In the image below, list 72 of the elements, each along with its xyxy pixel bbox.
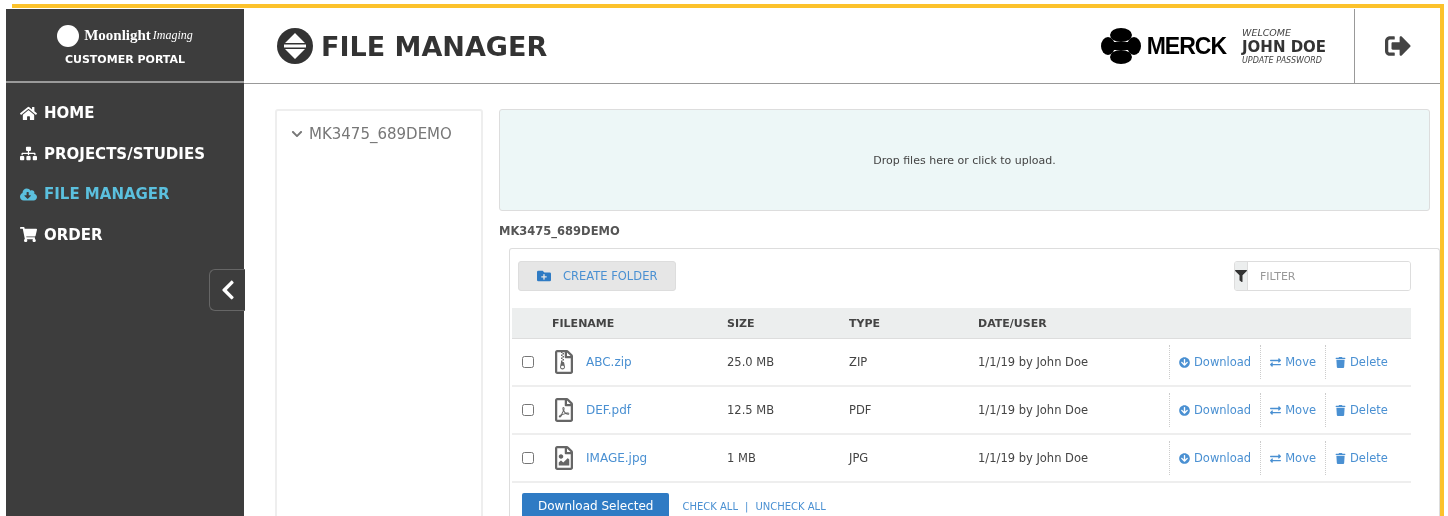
portal-label: CUSTOMER PORTAL xyxy=(64,52,186,66)
logo-tagline: Imaging xyxy=(152,28,193,43)
table-cell-text: 12.5 MB xyxy=(727,403,776,417)
table-cell-text: 1/1/19 by John Doe xyxy=(978,403,1090,417)
nav-item[interactable]: ORDER xyxy=(20,214,244,255)
move-link[interactable]: Move xyxy=(1260,441,1325,475)
check-all-link[interactable]: CHECK ALL xyxy=(682,500,738,512)
nav-item[interactable]: FILE MANAGER xyxy=(20,174,244,215)
column-header: SIZE xyxy=(727,316,756,330)
up-down-circle-icon xyxy=(277,28,313,64)
table-cell-text: 25.0 MB xyxy=(727,355,776,369)
column-header: FILENAME xyxy=(552,316,616,330)
page-title: FILE MANAGER xyxy=(321,30,549,62)
download-link[interactable]: Download xyxy=(1169,345,1261,379)
merck-logo-icon xyxy=(1100,28,1141,64)
nav-item[interactable]: HOME xyxy=(20,93,244,134)
table-cell-text: 1 MB xyxy=(727,451,757,465)
file-name-link[interactable]: IMAGE.jpg xyxy=(586,451,648,465)
move-link[interactable]: Move xyxy=(1260,393,1325,427)
welcome-label: WELCOME xyxy=(1242,27,1292,38)
download-icon xyxy=(1179,356,1190,368)
trash-icon xyxy=(1335,404,1346,416)
zip-file-icon xyxy=(552,350,576,374)
house-icon xyxy=(20,104,37,122)
image-file-icon xyxy=(552,446,576,470)
trash-icon xyxy=(1335,356,1346,368)
brand-name: MERCK xyxy=(1146,32,1226,60)
table-cell-text: PDF xyxy=(849,403,873,417)
file-name-link[interactable]: DEF.pdf xyxy=(586,403,632,417)
delete-link[interactable]: Delete xyxy=(1325,393,1397,427)
nav-item[interactable]: PROJECTS/STUDIES xyxy=(20,133,244,174)
download-selected-button[interactable]: Download Selected xyxy=(522,493,670,516)
folder-plus-icon xyxy=(537,269,551,283)
table-cell-text: JPG xyxy=(849,451,870,465)
update-password-link[interactable]: UPDATE PASSWORD xyxy=(1242,56,1354,65)
upload-dropzone[interactable]: Drop files here or click to upload. xyxy=(499,109,1430,211)
logout-icon xyxy=(1384,33,1411,59)
dropzone-text: Drop files here or click to upload. xyxy=(873,153,1056,167)
logo-name: Moonlight xyxy=(84,27,151,44)
pdf-file-icon xyxy=(552,398,576,422)
row-checkbox[interactable] xyxy=(522,452,534,464)
swap-arrows-icon xyxy=(1270,452,1282,464)
row-checkbox[interactable] xyxy=(522,356,534,368)
download-icon xyxy=(1179,404,1190,416)
download-icon xyxy=(1179,452,1190,464)
create-folder-button[interactable]: CREATE FOLDER xyxy=(518,261,677,291)
swap-arrows-icon xyxy=(1270,356,1282,368)
cart-icon xyxy=(20,226,37,244)
swap-arrows-icon xyxy=(1270,404,1282,416)
file-name-link[interactable]: ABC.zip xyxy=(586,355,632,369)
table-cell-text: ZIP xyxy=(849,355,869,369)
download-link[interactable]: Download xyxy=(1169,441,1261,475)
separator: | xyxy=(745,500,749,512)
collapse-button[interactable] xyxy=(209,269,245,311)
uncheck-all-link[interactable]: UNCHECK ALL xyxy=(755,500,826,512)
table-cell-text: 1/1/19 by John Doe xyxy=(978,355,1090,369)
trash-icon xyxy=(1335,452,1346,464)
folder-title: MK3475_689DEMO xyxy=(499,224,621,238)
filter-field[interactable]: FILTER xyxy=(1234,261,1411,291)
delete-link[interactable]: Delete xyxy=(1325,441,1397,475)
sitemap-icon xyxy=(20,145,37,163)
move-link[interactable]: Move xyxy=(1260,345,1325,379)
column-header: DATE/USER xyxy=(978,316,1048,330)
moon-circle-icon xyxy=(57,24,80,47)
tree-item[interactable]: MK3475_689DEMO xyxy=(291,125,481,143)
row-checkbox[interactable] xyxy=(522,404,534,416)
column-header: TYPE xyxy=(849,316,882,330)
user-name: JOHN DOE xyxy=(1242,38,1328,56)
download-link[interactable]: Download xyxy=(1169,393,1261,427)
delete-link[interactable]: Delete xyxy=(1325,345,1397,379)
table-cell-text: 1/1/19 by John Doe xyxy=(978,451,1090,465)
filter-icon xyxy=(1235,270,1247,282)
